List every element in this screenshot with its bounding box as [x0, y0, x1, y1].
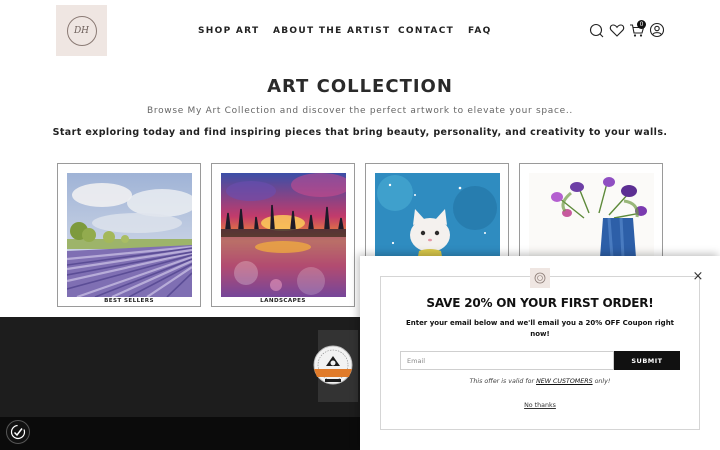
- heart-icon[interactable]: [609, 22, 625, 38]
- offer-note-prefix: This offer is valid for: [469, 378, 537, 385]
- offer-note: This offer is valid for NEW CUSTOMERS on…: [360, 378, 720, 385]
- popup-title: SAVE 20% ON YOUR FIRST ORDER!: [426, 296, 654, 310]
- offer-note-suffix: only!: [592, 378, 611, 385]
- card-caption: BEST SELLERS: [104, 298, 154, 304]
- page-tagline: Start exploring today and find inspiring…: [52, 127, 668, 138]
- popup-description: Enter your email below and we'll email y…: [405, 319, 675, 338]
- email-field[interactable]: [400, 351, 614, 370]
- close-icon[interactable]: ×: [691, 270, 705, 284]
- brand-mark-icon: [534, 272, 546, 284]
- card-caption: LANDSCAPES: [260, 298, 306, 304]
- accessibility-button[interactable]: [6, 420, 30, 444]
- page-subtitle: Browse My Art Collection and discover th…: [147, 106, 573, 116]
- lavender-field-painting: [67, 173, 192, 297]
- nav-shop-art[interactable]: SHOP ART: [198, 26, 259, 36]
- accessibility-icon: [10, 424, 26, 440]
- sunset-lake-painting: [221, 173, 346, 297]
- popup-logo: [530, 268, 550, 288]
- nav-contact[interactable]: CONTACT: [398, 26, 454, 36]
- account-icon[interactable]: [649, 22, 665, 38]
- offer-note-link: NEW CUSTOMERS: [536, 378, 593, 385]
- search-icon[interactable]: [588, 22, 604, 38]
- page-title: ART COLLECTION: [267, 76, 453, 97]
- category-card-landscapes[interactable]: LANDSCAPES: [211, 163, 355, 307]
- cart-count-badge: 0: [637, 20, 646, 29]
- page: DH SHOP ART ABOUT THE ARTIST CONTACT FAQ…: [0, 0, 720, 450]
- no-thanks-link[interactable]: No thanks: [360, 402, 720, 409]
- submit-button[interactable]: SUBMIT: [614, 351, 680, 370]
- award-seal-icon: [313, 345, 353, 385]
- header-icons: 0: [588, 20, 668, 40]
- discount-popup: × SAVE 20% ON YOUR FIRST ORDER! Enter yo…: [360, 256, 720, 450]
- category-card-best-sellers[interactable]: BEST SELLERS: [57, 163, 201, 307]
- nav-faq[interactable]: FAQ: [468, 26, 492, 36]
- nav-about-the-artist[interactable]: ABOUT THE ARTIST: [273, 26, 390, 36]
